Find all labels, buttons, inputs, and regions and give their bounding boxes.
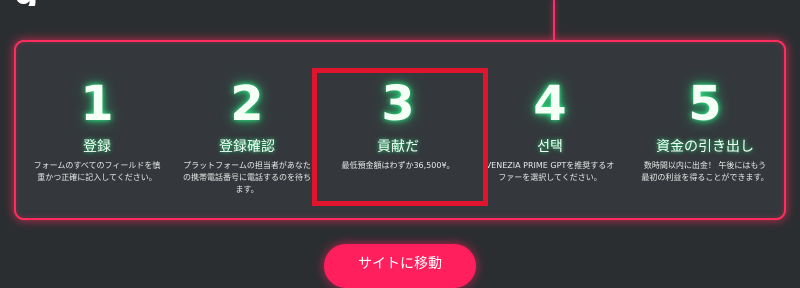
step-description: フォームのすべてのフィールドを慎重かつ正確に記入してください。 xyxy=(33,161,161,182)
step-title: 資金の引き出し xyxy=(656,139,754,155)
steps-panel: 1 登録 フォームのすべてのフィールドを慎重かつ正確に記入してください。 2 登… xyxy=(14,40,786,220)
step-title: 登録 xyxy=(83,139,111,155)
step-title: 선택 xyxy=(537,139,563,155)
step-number: 4 xyxy=(533,76,567,132)
step-description: 最低預金額はわずか36,500¥。 xyxy=(341,161,455,170)
step-number: 5 xyxy=(688,76,722,132)
page-heading-fragment: g xyxy=(14,0,64,6)
go-to-site-label: サイトに移動 xyxy=(358,256,442,272)
connector-line xyxy=(553,0,555,40)
step-number: 2 xyxy=(230,76,264,132)
step-5: 5 資金の引き出し 数時間以内に出金！ 午後にはもう最初の利益を得ることができま… xyxy=(630,42,780,218)
step-3: 3 貢献だ 最低預金額はわずか36,500¥。 xyxy=(323,42,473,218)
step-title: 貢献だ xyxy=(377,139,419,155)
step-title: 登録確認 xyxy=(219,139,275,155)
step-4: 4 선택 VENEZIA PRIME GPTを推奨するオファーを選択してください… xyxy=(475,42,625,218)
step-number: 3 xyxy=(381,76,415,132)
step-1: 1 登録 フォームのすべてのフィールドを慎重かつ正確に記入してください。 xyxy=(22,42,172,218)
step-description: VENEZIA PRIME GPTを推奨するオファーを選択してください。 xyxy=(485,161,615,182)
go-to-site-button[interactable]: サイトに移動 xyxy=(324,244,476,288)
step-description: プラットフォームの担当者があなたの携帯電話番号に電話するのを待ちます。 xyxy=(183,161,311,194)
step-description: 数時間以内に出金！ 午後にはもう最初の利益を得ることができます。 xyxy=(641,161,769,182)
step-number: 1 xyxy=(80,76,114,132)
step-2: 2 登録確認 プラットフォームの担当者があなたの携帯電話番号に電話するのを待ちま… xyxy=(172,42,322,218)
